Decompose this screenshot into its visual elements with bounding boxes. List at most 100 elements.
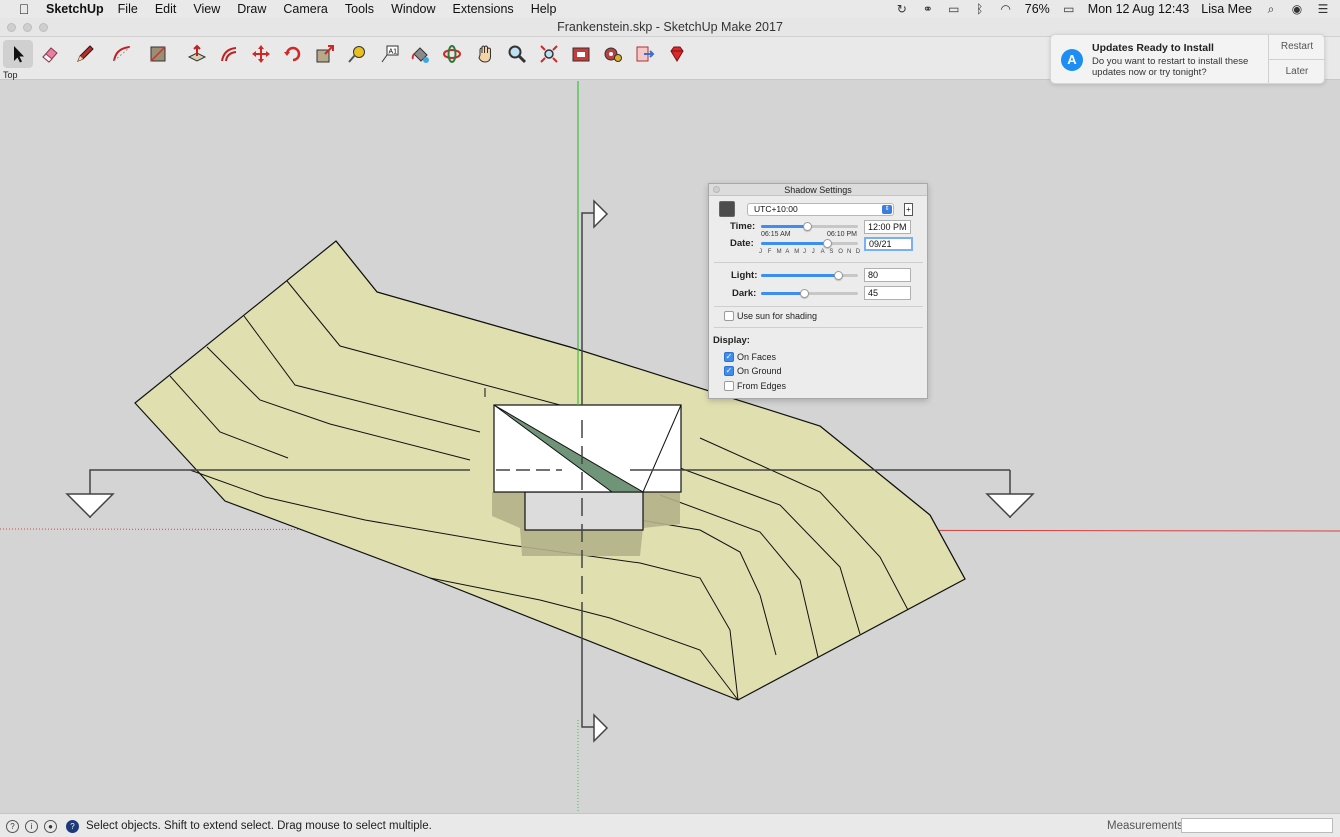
spotlight-search-icon[interactable]: ⌕ — [1264, 2, 1278, 16]
pan-tool-button[interactable] — [470, 40, 500, 68]
panel-close-button[interactable] — [713, 186, 720, 193]
menu-window[interactable]: Window — [391, 2, 435, 16]
panel-divider — [714, 262, 923, 263]
user-account-icon[interactable]: ● — [44, 820, 57, 833]
menu-tools[interactable]: Tools — [345, 2, 374, 16]
building-roof[interactable] — [493, 404, 682, 493]
pencil-tool-button[interactable] — [70, 40, 100, 68]
binoculars-icon[interactable]: ⚭ — [921, 2, 935, 16]
arc-tool-button[interactable] — [107, 40, 137, 68]
bluetooth-icon[interactable]: ᛒ — [973, 2, 987, 16]
menu-view[interactable]: View — [193, 2, 220, 16]
paint-bucket-tool-button[interactable] — [405, 40, 435, 68]
on-ground-label: On Ground — [737, 366, 782, 376]
measurements-label: Measurements — [1107, 820, 1184, 832]
month-tick: S — [829, 249, 834, 255]
menu-help[interactable]: Help — [531, 2, 557, 16]
time-slider-fill — [761, 225, 808, 228]
shape-tool-button[interactable] — [143, 40, 173, 68]
section-marker-south — [593, 713, 609, 743]
light-input[interactable]: 80 — [864, 268, 911, 282]
on-faces-checkbox[interactable]: ✓ — [724, 352, 734, 362]
time-label: Time: — [730, 221, 756, 232]
wifi-icon[interactable]: ◠ — [999, 2, 1013, 16]
orbit-tool-button[interactable] — [437, 40, 467, 68]
send-to-layout-tool-button[interactable] — [630, 40, 660, 68]
later-button[interactable]: Later — [1269, 59, 1325, 83]
dark-input[interactable]: 45 — [864, 286, 911, 300]
light-slider[interactable] — [761, 271, 858, 280]
shadow-settings-titlebar[interactable]: Shadow Settings — [709, 184, 927, 196]
time-input[interactable]: 12:00 PM — [864, 220, 911, 234]
menu-camera[interactable]: Camera — [283, 2, 327, 16]
time-slider-thumb[interactable] — [803, 222, 813, 231]
instructor-help-icon[interactable]: ? — [66, 820, 79, 833]
dark-slider[interactable] — [761, 289, 858, 298]
light-slider-fill — [761, 274, 839, 277]
zoom-extents-icon — [540, 45, 558, 63]
timezone-select[interactable]: UTC+10:00 ⇕ — [747, 203, 894, 216]
time-slider[interactable] — [761, 222, 858, 231]
battery-icon[interactable]: ▭ — [1062, 2, 1076, 16]
view-name-label: Top — [3, 70, 18, 80]
rotate-tool-button[interactable] — [278, 40, 308, 68]
apple-menu-icon[interactable]:  — [16, 1, 32, 17]
menu-file[interactable]: File — [118, 2, 138, 16]
battery-percent[interactable]: 76% — [1025, 2, 1050, 16]
on-faces-label: On Faces — [737, 352, 777, 362]
on-ground-checkbox[interactable]: ✓ — [724, 366, 734, 376]
date-slider[interactable] — [761, 239, 858, 248]
use-sun-checkbox[interactable] — [724, 311, 734, 321]
extension-warehouse-tool-button[interactable] — [598, 40, 628, 68]
dark-slider-thumb[interactable] — [800, 289, 810, 298]
show-shadows-toggle-icon[interactable] — [719, 201, 735, 217]
zoom-tool-button[interactable] — [502, 40, 532, 68]
building-front-wall[interactable] — [524, 491, 644, 531]
use-sun-label: Use sun for shading — [737, 311, 818, 321]
notification-body: Do you want to restart to install these … — [1092, 56, 1249, 78]
date-input[interactable]: 09/21 — [864, 237, 913, 251]
warehouse-tool-button[interactable] — [566, 40, 596, 68]
date-slider-thumb[interactable] — [823, 239, 833, 248]
move-tool-button[interactable] — [246, 40, 276, 68]
sync-icon[interactable]: ↻ — [895, 2, 909, 16]
select-tool-button[interactable] — [3, 40, 33, 68]
restart-button[interactable]: Restart — [1269, 35, 1325, 59]
timezone-value: UTC+10:00 — [754, 204, 798, 214]
airplay-icon[interactable]: ▭ — [947, 2, 961, 16]
menu-extensions[interactable]: Extensions — [453, 2, 514, 16]
menu-edit[interactable]: Edit — [155, 2, 177, 16]
select-arrows-icon: ⇕ — [882, 205, 892, 214]
gears-icon — [604, 47, 622, 62]
magnifier-icon — [508, 45, 527, 64]
from-edges-checkbox[interactable] — [724, 381, 734, 391]
text-tool-button[interactable]: A1 — [374, 40, 404, 68]
menu-draw[interactable]: Draw — [237, 2, 266, 16]
window-title: Frankenstein.skp - SketchUp Make 2017 — [557, 20, 783, 34]
zoom-extents-tool-button[interactable] — [534, 40, 564, 68]
month-tick: J — [759, 249, 762, 255]
month-tick: A — [785, 249, 790, 255]
scale-tool-button[interactable] — [310, 40, 340, 68]
dark-slider-fill — [761, 292, 805, 295]
offset-icon — [221, 47, 237, 62]
notification-center-icon[interactable]: ☰ — [1316, 2, 1330, 16]
expand-panel-button[interactable]: + — [904, 203, 913, 216]
offset-tool-button[interactable] — [214, 40, 244, 68]
clock[interactable]: Mon 12 Aug 12:43 — [1088, 2, 1189, 16]
shadow-settings-panel[interactable]: Shadow Settings UTC+10:00 ⇕ + Time: 12:0… — [708, 183, 928, 399]
model-canvas[interactable] — [0, 81, 1340, 813]
user-name[interactable]: Lisa Mee — [1201, 2, 1252, 16]
light-slider-thumb[interactable] — [834, 271, 844, 280]
push-pull-tool-button[interactable] — [182, 40, 212, 68]
ruby-console-tool-button[interactable] — [662, 40, 692, 68]
credits-icon[interactable]: i — [25, 820, 38, 833]
update-notification[interactable]: A Updates Ready to Install Do you want t… — [1050, 34, 1325, 84]
measurements-input[interactable] — [1181, 818, 1333, 833]
tape-measure-tool-button[interactable] — [342, 40, 372, 68]
geolocation-icon[interactable]: ? — [6, 820, 19, 833]
eraser-tool-button[interactable] — [35, 40, 65, 68]
modeling-viewport[interactable] — [0, 81, 1340, 813]
app-menu[interactable]: SketchUp — [46, 2, 104, 16]
siri-icon[interactable]: ◉ — [1290, 2, 1304, 16]
